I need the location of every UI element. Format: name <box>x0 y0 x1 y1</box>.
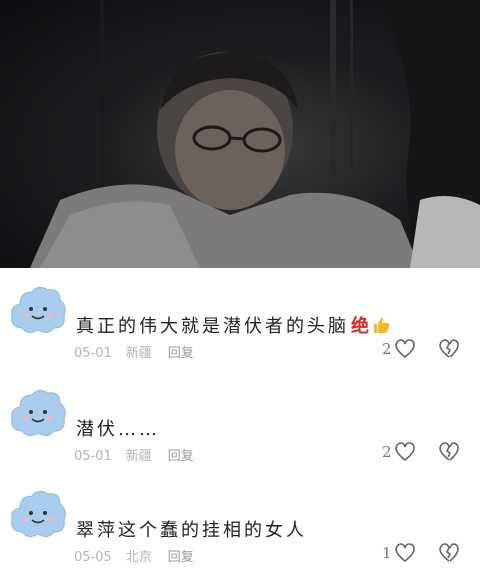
comment-item: 真正的伟大就是潜伏者的头脑绝 05-01 新疆 回复 2 <box>0 272 480 367</box>
comment-location: 北京 <box>125 550 152 565</box>
thumbs-up-icon <box>374 317 390 333</box>
cloud-avatar-icon[interactable] <box>8 282 68 338</box>
video-frame[interactable] <box>0 0 480 268</box>
video-scene-image <box>30 0 480 268</box>
broken-heart-icon[interactable] <box>437 441 461 463</box>
comment-date: 05-05 <box>74 550 112 565</box>
like-button[interactable]: 2 <box>382 441 416 463</box>
like-count: 2 <box>382 340 392 358</box>
like-count: 2 <box>382 443 392 461</box>
comment-text: 翠萍这个蠢的挂相的女人 <box>76 520 307 541</box>
cloud-avatar-icon[interactable] <box>8 486 68 542</box>
comment-location: 新疆 <box>125 449 152 464</box>
like-count: 1 <box>382 544 392 562</box>
broken-heart-icon[interactable] <box>437 542 461 564</box>
comment-item: 潜伏…… 05-01 新疆 回复 2 <box>0 375 480 470</box>
comment-meta: 05-01 新疆 回复 <box>74 342 194 361</box>
comment-item: 翠萍这个蠢的挂相的女人 05-05 北京 回复 1 <box>0 476 480 571</box>
reply-button[interactable]: 回复 <box>168 546 194 565</box>
heart-icon <box>394 339 415 359</box>
cloud-avatar-icon[interactable] <box>8 385 68 441</box>
like-button[interactable]: 2 <box>382 338 416 360</box>
like-button[interactable]: 1 <box>382 542 416 564</box>
comment-text: 潜伏…… <box>76 419 160 440</box>
comment-meta: 05-01 新疆 回复 <box>74 445 194 464</box>
reply-button[interactable]: 回复 <box>168 342 194 361</box>
broken-heart-icon[interactable] <box>437 338 461 360</box>
reply-button[interactable]: 回复 <box>168 445 194 464</box>
comment-date: 05-01 <box>74 346 112 361</box>
heart-icon <box>394 543 415 563</box>
comment-date: 05-01 <box>74 449 112 464</box>
heart-icon <box>394 442 415 462</box>
jue-emoji: 绝 <box>351 316 369 337</box>
comment-text: 真正的伟大就是潜伏者的头脑绝 <box>76 312 391 338</box>
comment-meta: 05-05 北京 回复 <box>74 546 194 565</box>
comment-location: 新疆 <box>125 346 152 361</box>
